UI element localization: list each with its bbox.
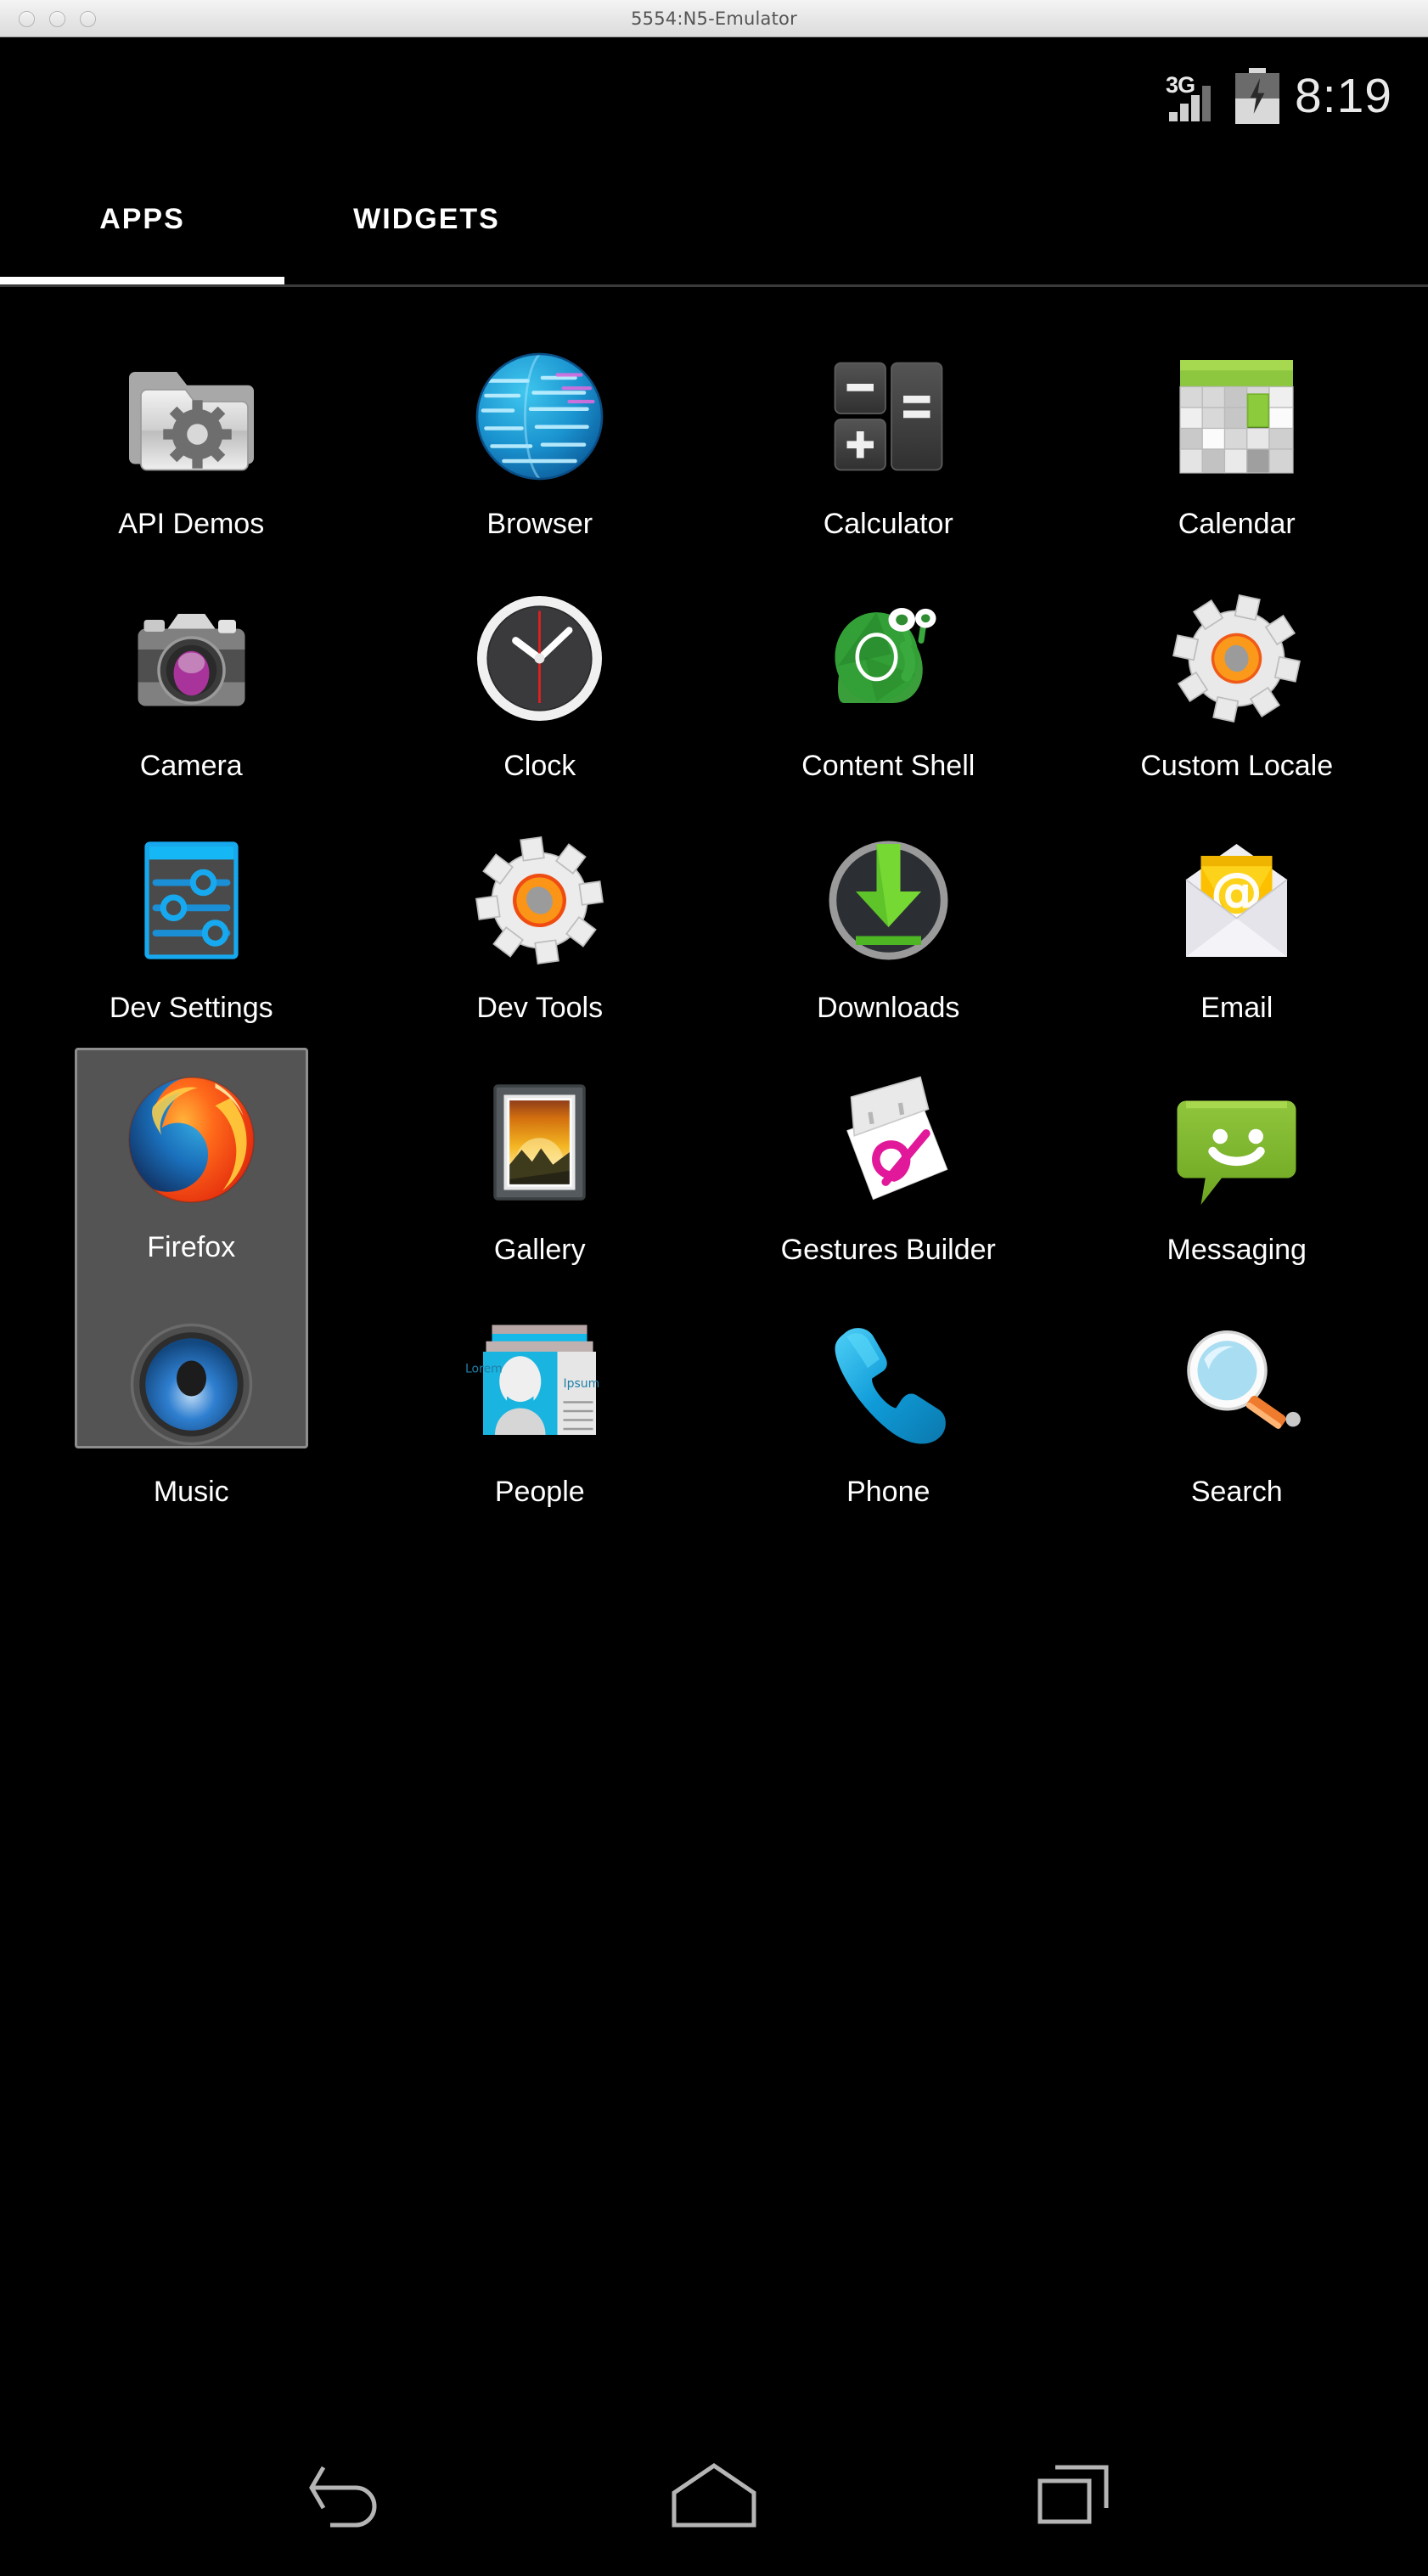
app-item-dev-settings[interactable]: Dev Settings <box>17 818 366 1024</box>
battery-charging-icon <box>1235 68 1280 124</box>
minimize-button[interactable] <box>49 11 65 27</box>
app-item-people[interactable]: Lorem Ipsum People <box>366 1302 715 1508</box>
app-grid: API Demos Browser Calculator Calendar Ca… <box>0 287 1428 1508</box>
envelope-at-icon: @ <box>1162 826 1311 975</box>
contact-card-icon: Lorem Ipsum <box>465 1310 614 1459</box>
app-label: Phone <box>846 1476 930 1508</box>
app-item-api-demos[interactable]: API Demos <box>17 334 366 540</box>
handset-icon <box>814 1310 963 1459</box>
gear-orange-icon <box>465 826 614 975</box>
signal-bars-icon: 3G <box>1166 69 1220 123</box>
app-label: Messaging <box>1167 1234 1307 1266</box>
gear-orange-icon <box>1162 584 1311 733</box>
app-item-browser[interactable]: Browser <box>366 334 715 540</box>
app-label: Music <box>153 1476 229 1508</box>
back-icon[interactable] <box>288 2449 415 2542</box>
app-item-downloads[interactable]: Downloads <box>714 818 1063 1024</box>
app-item-calendar[interactable]: Calendar <box>1063 334 1412 540</box>
app-label: Gallery <box>493 1234 586 1266</box>
tab-apps[interactable]: APPS <box>0 151 284 287</box>
app-label: People <box>494 1476 585 1508</box>
calculator-icon <box>814 342 963 491</box>
app-label: Email <box>1200 992 1273 1024</box>
status-bar-icons: 3G 8:19 <box>1166 68 1392 124</box>
app-label: Firefox <box>147 1231 236 1263</box>
calendar-icon <box>1162 342 1311 491</box>
emulator-screen: 3G 8:19 APPS WIDGETS API Demos Browser C… <box>0 41 1428 2576</box>
home-icon[interactable] <box>650 2449 778 2542</box>
firefox-icon <box>117 1066 266 1214</box>
globe-icon <box>465 342 614 491</box>
zoom-button[interactable] <box>80 11 96 27</box>
app-label: Browser <box>486 508 593 540</box>
magnifier-icon <box>1162 1310 1311 1459</box>
app-item-messaging[interactable]: Messaging <box>1063 1060 1412 1266</box>
app-label: Custom Locale <box>1140 750 1334 782</box>
clock-icon <box>465 584 614 733</box>
app-item-search[interactable]: Search <box>1063 1302 1412 1508</box>
app-item-calculator[interactable]: Calculator <box>714 334 1063 540</box>
app-item-clock[interactable]: Clock <box>366 576 715 782</box>
app-item-camera[interactable]: Camera <box>17 576 366 782</box>
notepad-gesture-icon <box>814 1068 963 1217</box>
app-item-gallery[interactable]: Gallery <box>366 1060 715 1266</box>
status-bar-clock: 8:19 <box>1295 69 1392 123</box>
app-label: Calendar <box>1178 508 1296 540</box>
app-item-dev-tools[interactable]: Dev Tools <box>366 818 715 1024</box>
app-label: Search <box>1190 1476 1283 1508</box>
traffic-lights <box>19 11 96 27</box>
people-card-name-1: Lorem <box>465 1363 503 1376</box>
photo-frame-icon <box>465 1068 614 1217</box>
app-label: Content Shell <box>801 750 975 782</box>
tab-bar: APPS WIDGETS <box>0 151 1428 287</box>
app-label: Camera <box>139 750 243 782</box>
people-card-name-2: Ipsum <box>564 1377 600 1391</box>
close-button[interactable] <box>19 11 35 27</box>
recents-icon[interactable] <box>1013 2449 1140 2542</box>
window-titlebar: 5554:N5-Emulator <box>0 0 1428 37</box>
app-label: Gestures Builder <box>780 1234 996 1266</box>
navigation-bar <box>0 2415 1428 2576</box>
folder-gear-icon <box>117 342 266 491</box>
window-title: 5554:N5-Emulator <box>631 8 797 29</box>
tab-widgets-label: WIDGETS <box>353 202 500 235</box>
app-label: Dev Tools <box>476 992 604 1024</box>
tab-widgets[interactable]: WIDGETS <box>284 151 569 287</box>
app-item-gestures-builder[interactable]: Gestures Builder <box>714 1060 1063 1266</box>
camera-icon <box>117 584 266 733</box>
speaker-icon <box>117 1310 266 1459</box>
app-item-custom-locale[interactable]: Custom Locale <box>1063 576 1412 782</box>
app-label: Calculator <box>823 508 953 540</box>
app-label: Dev Settings <box>109 992 273 1024</box>
status-bar: 3G 8:19 <box>0 41 1428 151</box>
snail-icon <box>814 584 963 733</box>
app-label: Downloads <box>817 992 960 1024</box>
app-label: Clock <box>503 750 576 782</box>
app-item-music[interactable]: Music <box>17 1302 366 1508</box>
app-item-phone[interactable]: Phone <box>714 1302 1063 1508</box>
download-arrow-icon <box>814 826 963 975</box>
tab-apps-label: APPS <box>99 202 185 235</box>
app-item-email[interactable]: @ Email <box>1063 818 1412 1024</box>
sliders-icon <box>117 826 266 975</box>
app-item-content-shell[interactable]: Content Shell <box>714 576 1063 782</box>
speech-bubble-icon <box>1162 1068 1311 1217</box>
app-label: API Demos <box>118 508 265 540</box>
